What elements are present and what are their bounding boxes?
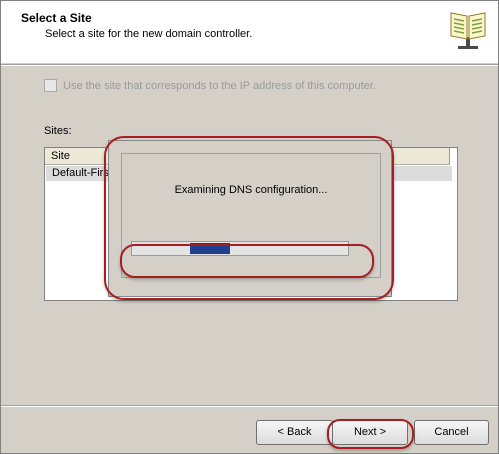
header-divider-highlight bbox=[1, 65, 498, 66]
use-ip-site-checkbox[interactable] bbox=[44, 79, 57, 92]
use-ip-site-checkbox-row[interactable]: Use the site that corresponds to the IP … bbox=[44, 79, 376, 92]
page-subtitle: Select a site for the new domain control… bbox=[45, 28, 253, 40]
wizard-header: Select a Site Select a site for the new … bbox=[1, 1, 498, 63]
back-button[interactable]: < Back bbox=[256, 420, 333, 445]
column-divider[interactable] bbox=[449, 148, 450, 164]
column-header-site[interactable]: Site bbox=[51, 150, 70, 162]
book-icon bbox=[450, 12, 486, 49]
annotation-ring-next bbox=[327, 419, 414, 449]
annotation-ring-progress bbox=[120, 244, 374, 278]
use-ip-site-label: Use the site that corresponds to the IP … bbox=[63, 79, 376, 92]
footer-divider-highlight bbox=[1, 406, 498, 407]
sites-label: Sites: bbox=[44, 125, 72, 137]
cancel-button[interactable]: Cancel bbox=[414, 420, 489, 445]
page-title: Select a Site bbox=[21, 11, 92, 25]
